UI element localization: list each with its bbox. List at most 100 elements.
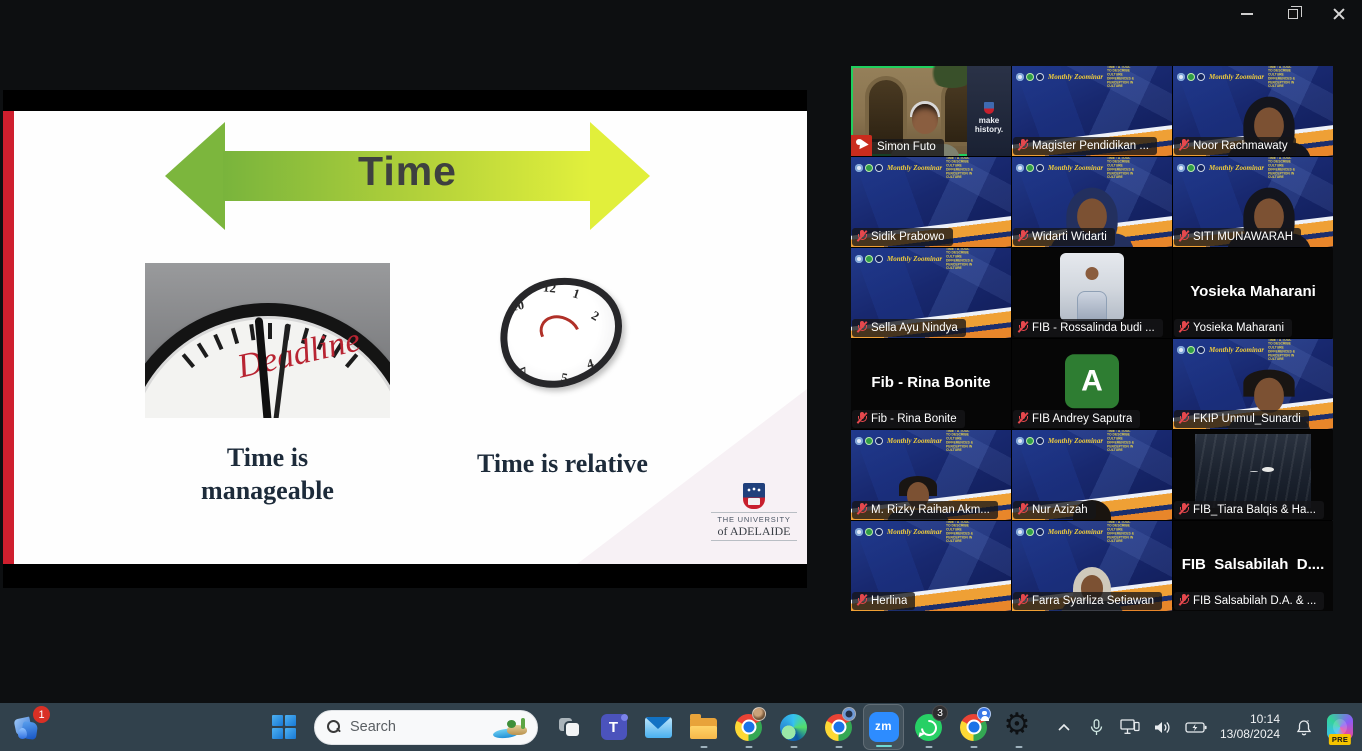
participant-tile-simon-futo[interactable]: makehistory. Simon Futo [851,66,1011,156]
participant-name: Widarti Widarti [1032,231,1107,243]
participant-name: FIB Andrey Saputra [1032,413,1132,425]
widgets-notification-badge: 1 [33,706,50,723]
logo-icon [855,164,863,172]
participant-name: FKIP Unmul_Sunardi [1193,413,1301,425]
logo-icon [1016,73,1024,81]
tray-time: 10:14 [1220,712,1280,727]
participant-name: Magister Pendidikan ... [1032,140,1149,152]
tray-cast-button[interactable] [1117,712,1143,742]
zoom-icon: zm [869,712,899,742]
participant-tile[interactable]: FIB Salsabilah D.... FIB Salsabilah D.A.… [1173,521,1333,611]
muted-mic-icon [1018,321,1028,334]
search-input[interactable]: Search [314,710,538,745]
notification-bell-button[interactable]: z [1291,712,1317,742]
participant-tile[interactable]: Monthly Zoominar TIME : A TOOL TO DESCRI… [1012,66,1172,156]
logo-icon [865,437,873,445]
tray-battery-button[interactable] [1183,712,1209,742]
task-view-button[interactable] [548,704,589,750]
copilot-button[interactable]: PRE [1324,712,1356,742]
chrome-profile2-button[interactable] [818,704,859,750]
participant-name: Herlina [871,595,907,607]
mail-button[interactable] [638,704,679,750]
logo-icon [875,528,883,536]
logo-icon [1036,73,1044,81]
minimize-icon [1241,13,1253,15]
participant-name: Yosieka Maharani [1193,322,1284,334]
logo-icon [1036,528,1044,536]
participant-name: Simon Futo [877,141,936,153]
presentation-slide: Time Deadline 12 1 2 4 5 7 10 Time is ma… [3,111,807,564]
logo-icon [1016,528,1024,536]
chrome-profile1-button[interactable] [728,704,769,750]
participant-tile[interactable]: Monthly ZoominarTIME : A TOOL TO DESCRIB… [851,521,1011,611]
adelaide-shield-icon [984,102,994,114]
virtual-bg-header: Monthly Zoominar TIME : A TOOL TO DESCRI… [1016,68,1172,86]
participant-tile[interactable]: FIB_Tiara Balqis & Ha... [1173,430,1333,520]
minimize-button[interactable] [1224,0,1270,28]
participant-tile[interactable]: Monthly ZoominarTIME : A TOOL TO DESCRIB… [1173,339,1333,429]
chrome-profile3-button[interactable] [953,704,994,750]
muted-mic-icon [1018,594,1028,607]
chevron-up-icon [1058,724,1070,731]
logo-icon [1197,73,1205,81]
restore-button[interactable] [1270,0,1316,28]
bing-daily-image [493,715,529,739]
participant-name: Noor Rachmawaty [1193,140,1288,152]
participant-tile[interactable]: Monthly ZoominarTIME : A TOOL TO DESCRIB… [851,430,1011,520]
logo-icon [1026,164,1034,172]
muted-mic-icon [1179,139,1189,152]
logo-icon [865,255,873,263]
whatsapp-badge: 3 [932,705,948,721]
logo-icon [875,437,883,445]
logo-icon [865,528,873,536]
participant-name: SITI MUNAWARAH [1193,231,1293,243]
muted-mic-icon [857,412,867,425]
participant-tile[interactable]: Monthly ZoominarTIME : A TOOL TO DESCRIB… [1173,66,1333,156]
muted-mic-icon [1179,321,1189,334]
folder-icon [690,718,717,739]
zoom-button-active[interactable]: zm [863,704,904,750]
whatsapp-button[interactable]: 3 [908,704,949,750]
clock[interactable]: 10:14 13/08/2024 [1220,712,1280,742]
chrome-profile-avatar [752,707,766,721]
university-shield-icon [743,483,765,509]
participant-tile[interactable]: Monthly ZoominarTIME : A TOOL TO DESCRIB… [1173,157,1333,247]
tray-microphone-button[interactable] [1084,712,1110,742]
start-button[interactable] [263,704,304,750]
logo-icon [1177,164,1185,172]
edge-button[interactable] [773,704,814,750]
participant-name: Sidik Prabowo [871,231,945,243]
search-icon [327,720,341,734]
file-explorer-button[interactable] [683,704,724,750]
participant-tile[interactable]: Monthly ZoominarTIME : A TOOL TO DESCRIB… [851,157,1011,247]
muted-mic-icon [1018,230,1028,243]
logo-icon [1016,437,1024,445]
slide-red-stripe [3,111,14,564]
logo-icon [875,255,883,263]
participant-name: FIB Salsabilah D.A. & ... [1193,595,1316,607]
settings-button[interactable] [998,704,1039,750]
participant-tile[interactable]: Monthly ZoominarTIME : A TOOL TO DESCRIB… [1012,521,1172,611]
participant-tile[interactable]: Monthly ZoominarTIME : A TOOL TO DESCRIB… [1012,157,1172,247]
widgets-button[interactable]: 1 [12,710,48,744]
logo-icon [1016,164,1024,172]
taskbar: 1 Search T zm 3 [0,703,1362,751]
close-button[interactable] [1316,0,1362,28]
logo-icon [1026,437,1034,445]
participant-tile[interactable]: FIB - Rossalinda budi ... [1012,248,1172,338]
participant-tile[interactable]: A FIB Andrey Saputra [1012,339,1172,429]
participant-tile[interactable]: Monthly ZoominarTIME : A TOOL TO DESCRIB… [1012,430,1172,520]
tray-volume-button[interactable] [1150,712,1176,742]
display-name: Yosieka Maharani [1173,283,1333,300]
tray-chevron-button[interactable] [1051,712,1077,742]
adelaide-branding-panel: makehistory. [967,66,1011,156]
muted-mic-icon [1179,230,1189,243]
teams-button[interactable]: T [593,704,634,750]
participant-tile[interactable]: Yosieka Maharani Yosieka Maharani [1173,248,1333,338]
restore-icon [1288,9,1298,19]
desktop: Time Deadline 12 1 2 4 5 7 10 Time is ma… [0,0,1362,751]
gear-icon [1006,714,1032,740]
participant-tile[interactable]: Fib - Rina Bonite Fib - Rina Bonite [851,339,1011,429]
participant-tile[interactable]: Monthly ZoominarTIME : A TOOL TO DESCRIB… [851,248,1011,338]
battery-charging-icon [1185,721,1207,734]
